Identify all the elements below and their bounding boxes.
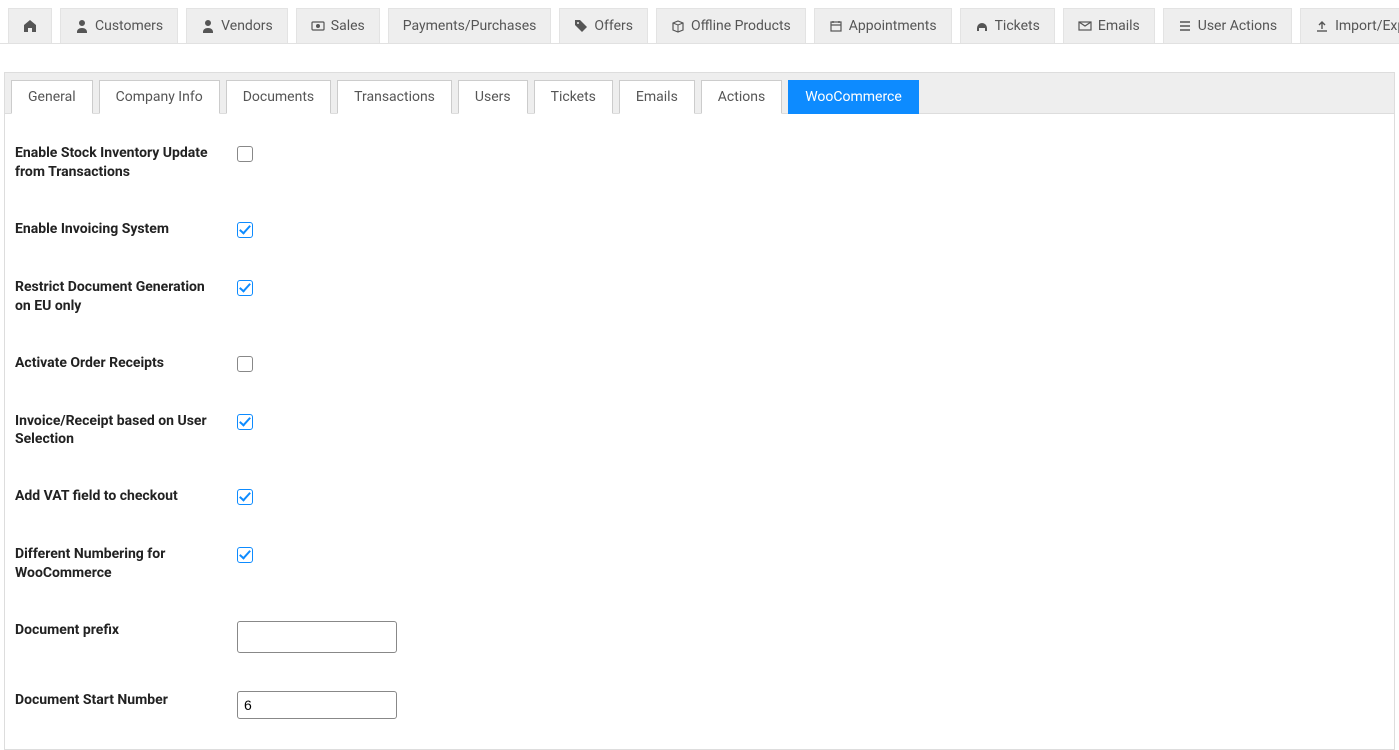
- topnav-item-label: User Actions: [1198, 18, 1277, 34]
- invoicing-system-label: Enable Invoicing System: [15, 220, 237, 239]
- list-icon: [1178, 19, 1192, 33]
- restrict-eu-label: Restrict Document Generation on EU only: [15, 278, 237, 316]
- vat-field-checkbox[interactable]: [237, 489, 253, 505]
- tab-emails[interactable]: Emails: [619, 80, 695, 114]
- topnav-item-sales[interactable]: Sales: [296, 8, 380, 43]
- tab-company-info[interactable]: Company Info: [99, 80, 220, 114]
- topnav-item-customers[interactable]: Customers: [60, 8, 178, 43]
- tab-documents[interactable]: Documents: [226, 80, 331, 114]
- document-prefix-input[interactable]: [237, 621, 397, 653]
- topnav-item-label: Emails: [1098, 18, 1140, 34]
- topnav-item-label: Import/Export: [1335, 18, 1399, 34]
- tab-transactions[interactable]: Transactions: [337, 80, 452, 114]
- topnav-item-offers[interactable]: Offers: [559, 8, 648, 43]
- order-receipts-label: Activate Order Receipts: [15, 354, 237, 373]
- topnav-item-import-export[interactable]: Import/Export: [1300, 8, 1399, 43]
- topnav-item-emails[interactable]: Emails: [1063, 8, 1155, 43]
- upload-icon: [1315, 19, 1329, 33]
- tab-actions[interactable]: Actions: [701, 80, 782, 114]
- top-nav: Customers Vendors Sales Payments/Purchases O…: [0, 0, 1399, 44]
- restrict-eu-checkbox[interactable]: [237, 280, 253, 296]
- vat-field-label: Add VAT field to checkout: [15, 487, 237, 506]
- tab-users[interactable]: Users: [458, 80, 528, 114]
- topnav-item-tickets[interactable]: Tickets: [960, 8, 1055, 43]
- document-prefix-label: Document prefix: [15, 621, 237, 640]
- tag-icon: [574, 19, 588, 33]
- document-start-number-label: Document Start Number: [15, 691, 237, 710]
- topnav-item-label: Appointments: [849, 18, 937, 34]
- topnav-item-label: Payments/Purchases: [403, 18, 537, 34]
- topnav-item-label: Offers: [594, 18, 633, 34]
- order-receipts-checkbox[interactable]: [237, 356, 253, 372]
- topnav-item-label: Tickets: [995, 18, 1040, 34]
- topnav-item-vendors[interactable]: Vendors: [186, 8, 288, 43]
- topnav-item-home[interactable]: [8, 8, 52, 43]
- tab-general[interactable]: General: [11, 80, 93, 114]
- numbering-label: Different Numbering for WooCommerce: [15, 545, 237, 583]
- invoicing-system-checkbox[interactable]: [237, 222, 253, 238]
- money-icon: [311, 19, 325, 33]
- topnav-item-appointments[interactable]: Appointments: [814, 8, 952, 43]
- calendar-icon: [829, 19, 843, 33]
- topnav-item-label: Customers: [95, 18, 163, 34]
- stock-inventory-checkbox[interactable]: [237, 146, 253, 162]
- user-icon: [201, 19, 215, 33]
- topnav-item-label: Vendors: [221, 18, 273, 34]
- box-icon: [671, 19, 685, 33]
- topnav-item-user-actions[interactable]: User Actions: [1163, 8, 1292, 43]
- topnav-item-label: Sales: [331, 18, 365, 34]
- settings-tabstrip: GeneralCompany InfoDocumentsTransactions…: [4, 72, 1395, 114]
- user-selection-checkbox[interactable]: [237, 414, 253, 430]
- headphones-icon: [975, 19, 989, 33]
- topnav-item-payments-purchases[interactable]: Payments/Purchases: [388, 8, 552, 43]
- tab-tickets[interactable]: Tickets: [534, 80, 613, 114]
- tab-woocommerce[interactable]: WooCommerce: [788, 80, 919, 114]
- numbering-checkbox[interactable]: [237, 547, 253, 563]
- stock-inventory-label: Enable Stock Inventory Update from Trans…: [15, 144, 237, 182]
- home-icon: [23, 19, 37, 33]
- user-icon: [75, 19, 89, 33]
- woocommerce-settings-form: Enable Stock Inventory Update from Trans…: [4, 114, 1395, 750]
- settings-panel: GeneralCompany InfoDocumentsTransactions…: [4, 72, 1395, 750]
- user-selection-label: Invoice/Receipt based on User Selection: [15, 412, 237, 450]
- envelope-icon: [1078, 19, 1092, 33]
- document-start-number-input[interactable]: [237, 691, 397, 719]
- topnav-item-label: Offline Products: [691, 18, 791, 34]
- topnav-item-offline-products[interactable]: Offline Products: [656, 8, 806, 43]
